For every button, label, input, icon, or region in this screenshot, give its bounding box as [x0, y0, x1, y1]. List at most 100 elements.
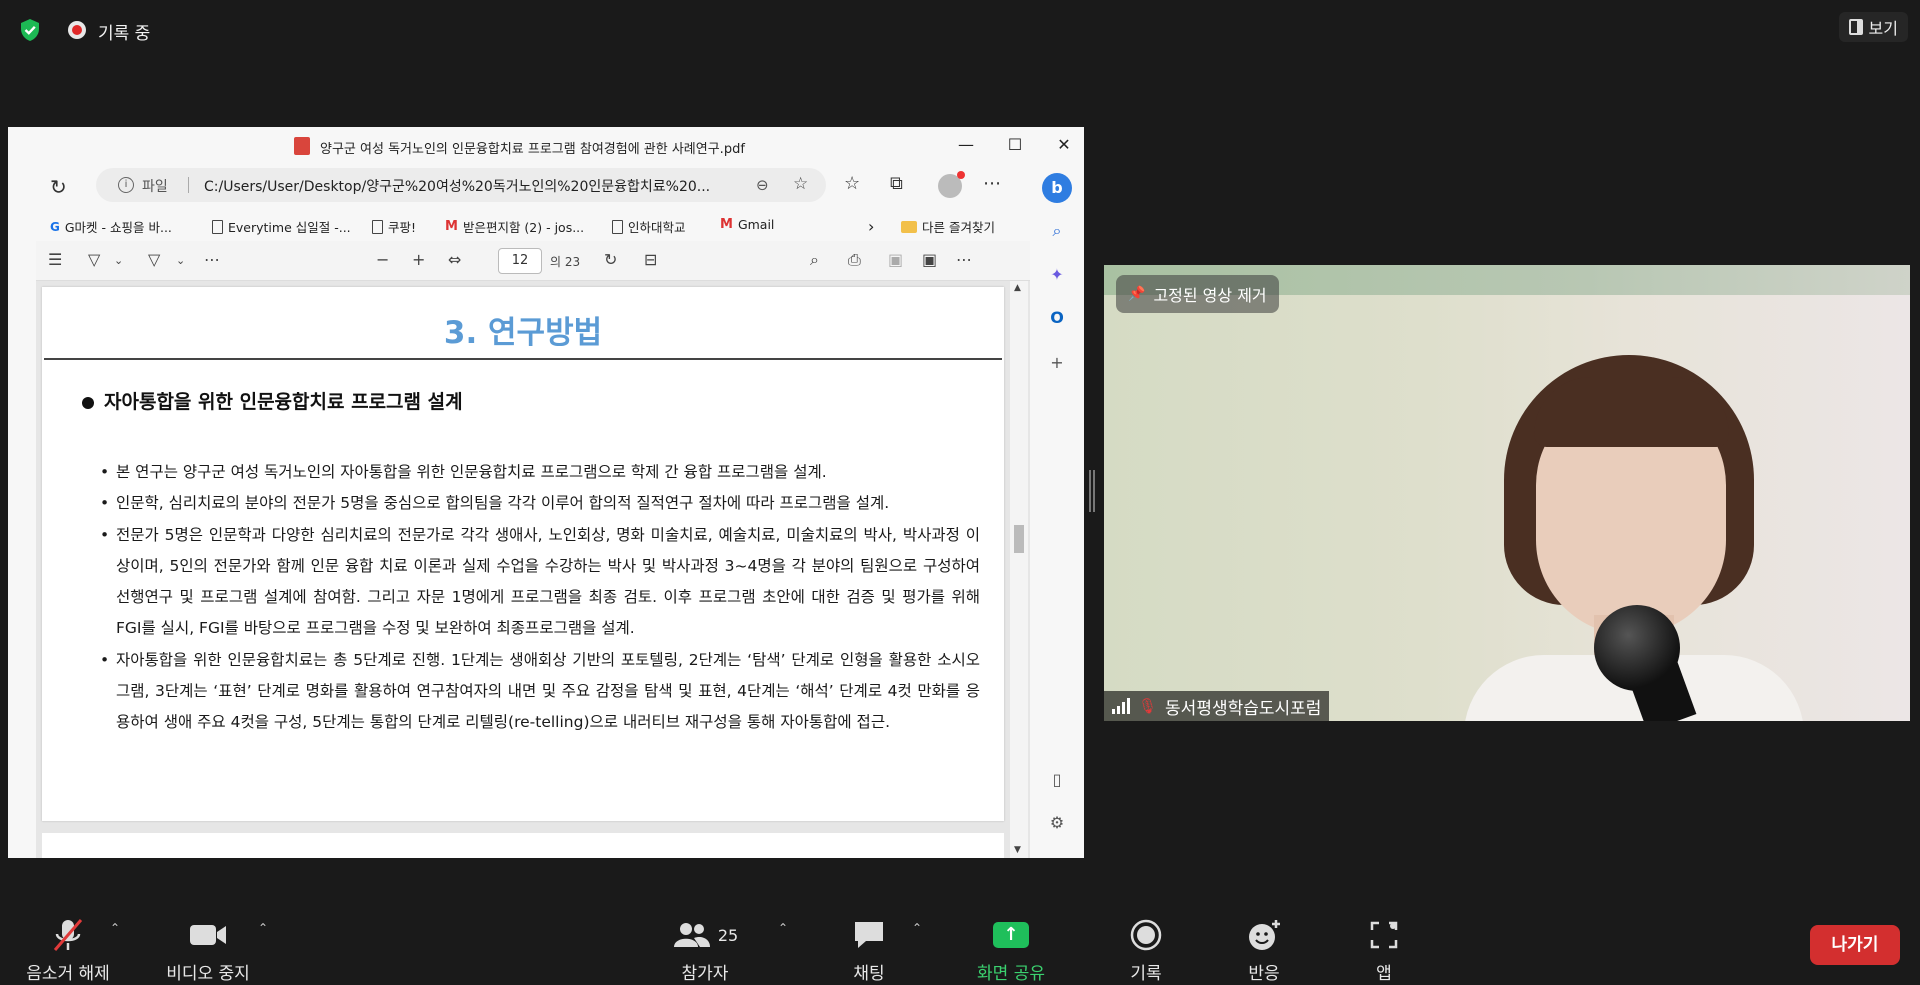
pdf-toolbar: ☰ ▽ ⌄ ▽ ⌄ ⋯ − + ⇔ 12 의 23 ↻ ⊟ ⌕ ⎙ ▣ ▣ ⋯ — [36, 241, 1030, 281]
zoom-in-icon[interactable]: + — [412, 250, 425, 269]
site-info-icon[interactable]: i — [118, 177, 134, 193]
record-button[interactable]: 기록 — [1118, 915, 1174, 984]
more-menu-icon[interactable]: ⋯ — [983, 173, 1001, 194]
meeting-controls: 음소거 해제 ⌃ 비디오 중지 ⌃ 25 참가자 ⌃ 채팅 ⌃ ↑ 화면 공유 … — [0, 905, 1920, 985]
video-camera-icon — [190, 925, 226, 945]
reactions-button[interactable]: 반응 — [1236, 915, 1292, 984]
page-number-input[interactable]: 12 — [498, 248, 542, 274]
chevron-down-icon[interactable]: ⌄ — [114, 254, 123, 267]
pinned-video-tile[interactable]: 📌 고정된 영상 제거 🎙 동서평생학습도시포럼 — [1104, 265, 1910, 721]
favorite-label: Everytime 십일절 -... — [228, 220, 351, 235]
rotate-icon[interactable]: ↻ — [604, 250, 617, 269]
collections-icon[interactable]: ⧉ — [890, 173, 903, 194]
leave-meeting-button[interactable]: 나가기 — [1810, 925, 1900, 965]
sidebar-toggle-icon[interactable]: ▯ — [1045, 768, 1069, 792]
microphone-muted-icon — [53, 919, 83, 951]
page-icon — [612, 219, 623, 234]
search-icon[interactable]: ⌕ — [1045, 219, 1069, 243]
scroll-thumb[interactable] — [1014, 525, 1024, 553]
video-options-chevron-icon[interactable]: ⌃ — [258, 921, 268, 935]
chevron-down-icon[interactable]: ⌄ — [176, 254, 185, 267]
bullet-list: 본 연구는 양구군 여성 독거노인의 자아통합을 위한 인문융합치료 프로그램으… — [100, 457, 980, 739]
favorite-item[interactable]: 인하대학교 — [612, 217, 686, 236]
zoom-out-icon[interactable]: − — [376, 250, 389, 269]
scroll-up-icon[interactable]: ▲ — [1014, 283, 1021, 293]
heading-text: 자아통합을 위한 인문융합치료 프로그램 설계 — [104, 391, 463, 413]
settings-more-icon[interactable]: ⋯ — [956, 250, 972, 269]
copilot-icon[interactable]: b — [1042, 173, 1072, 203]
search-icon[interactable]: ⌕ — [810, 250, 819, 270]
maximize-icon[interactable]: ☐ — [1003, 133, 1027, 157]
profile-avatar[interactable] — [938, 171, 965, 198]
minimize-icon[interactable]: — — [954, 133, 978, 157]
microphone-icon — [1594, 605, 1680, 691]
page-view-icon[interactable]: ⊟ — [644, 250, 657, 269]
apps-button[interactable]: 앱 — [1356, 915, 1412, 984]
save-as-icon[interactable]: ▣ — [922, 250, 937, 269]
chevron-right-icon[interactable]: › — [868, 217, 874, 236]
favorite-item[interactable]: M Gmail — [720, 217, 774, 232]
remove-pin-button[interactable]: 📌 고정된 영상 제거 — [1116, 275, 1279, 313]
gmarket-icon: G — [50, 219, 60, 234]
address-url[interactable]: C:/Users/User/Desktop/양구군%20여성%20독거노인의%2… — [204, 176, 739, 196]
favorite-item[interactable]: M 받은편지함 (2) - jos... — [445, 217, 584, 236]
favorite-item[interactable]: Everytime 십일절 -... — [212, 217, 351, 236]
scroll-down-icon[interactable]: ▼ — [1014, 845, 1021, 855]
address-row: ↻ i 파일 C:/Users/User/Desktop/양구군%20여성%20… — [8, 163, 1084, 209]
favorite-label: Gmail — [737, 217, 775, 232]
outlook-icon[interactable]: O — [1045, 306, 1069, 330]
browser-title-bar: 양구군 여성 독거노인의 인문융합치료 프로그램 참여경험에 관한 사례연구.p… — [8, 127, 1084, 163]
security-shield-icon[interactable] — [18, 18, 42, 42]
participants-options-chevron-icon[interactable]: ⌃ — [778, 921, 788, 935]
address-bar[interactable]: i 파일 C:/Users/User/Desktop/양구군%20여성%20독거… — [96, 168, 826, 202]
contents-icon[interactable]: ☰ — [48, 250, 62, 269]
bullet-item: 본 연구는 양구군 여성 독거노인의 자아통합을 위한 인문융합치료 프로그램으… — [100, 457, 980, 489]
page-total-label: 의 23 — [550, 255, 581, 269]
zoom-out-icon[interactable]: ⊖ — [756, 176, 769, 194]
share-screen-label: 화면 공유 — [977, 964, 1045, 984]
participant-name-tag: 🎙 동서평생학습도시포럼 — [1104, 691, 1330, 721]
view-button[interactable]: 보기 — [1838, 12, 1908, 42]
fit-width-icon[interactable]: ⇔ — [448, 250, 461, 269]
participants-button[interactable]: 25 참가자 — [670, 915, 740, 984]
pdf-page: 3. 연구방법 자아통합을 위한 인문융합치료 프로그램 설계 본 연구는 양구… — [42, 287, 1004, 821]
connection-strength-icon — [1112, 698, 1130, 714]
apps-label: 앱 — [1376, 964, 1392, 984]
draw-icon[interactable]: ▽ — [148, 250, 160, 269]
close-icon[interactable]: ✕ — [1052, 133, 1076, 157]
add-favorite-icon[interactable]: ☆ — [793, 174, 808, 194]
stop-video-button[interactable]: 비디오 중지 — [158, 915, 258, 984]
settings-gear-icon[interactable]: ⚙ — [1045, 811, 1069, 835]
share-screen-button[interactable]: ↑ 화면 공유 — [964, 915, 1058, 984]
favorite-label: G마켓 - 쇼핑을 바... — [64, 220, 172, 235]
highlight-icon[interactable]: ▽ — [88, 250, 100, 269]
pdf-scrollbar[interactable]: ▲ ▼ — [1010, 281, 1028, 858]
refresh-icon[interactable]: ↻ — [50, 175, 67, 199]
favorite-item[interactable]: 쿠팡! — [372, 217, 416, 236]
bullet-item: 전문가 5명은 인문학과 다양한 심리치료의 전문가로 각각 생애사, 노인회상… — [100, 520, 980, 645]
panel-resize-handle[interactable] — [1089, 470, 1095, 512]
recording-indicator-icon — [68, 21, 86, 39]
favorite-item[interactable]: G G마켓 - 쇼핑을 바... — [50, 217, 172, 236]
print-icon[interactable]: ⎙ — [848, 250, 861, 270]
save-icon[interactable]: ▣ — [888, 250, 903, 269]
section-divider — [44, 358, 1002, 360]
record-label: 기록 — [1130, 964, 1162, 984]
page-icon — [212, 219, 223, 234]
bangs-shape — [1534, 377, 1729, 447]
chat-options-chevron-icon[interactable]: ⌃ — [912, 921, 922, 935]
chat-icon — [855, 922, 883, 948]
other-favorites-label: 다른 즐겨찾기 — [922, 220, 995, 235]
stop-video-label: 비디오 중지 — [166, 964, 250, 984]
unmute-button[interactable]: 음소거 해제 — [18, 915, 118, 984]
copilot-tools-icon[interactable]: ✦ — [1045, 263, 1069, 287]
chat-button[interactable]: 채팅 — [836, 915, 902, 984]
pdf-viewport: 3. 연구방법 자아통합을 위한 인문융합치료 프로그램 설계 본 연구는 양구… — [36, 281, 1030, 858]
other-favorites[interactable]: 다른 즐겨찾기 — [901, 217, 995, 236]
browser-window-title: 양구군 여성 독거노인의 인문융합치료 프로그램 참여경험에 관한 사례연구.p… — [320, 142, 745, 157]
more-tools-icon[interactable]: ⋯ — [204, 250, 220, 269]
add-sidebar-icon[interactable]: + — [1045, 351, 1069, 375]
audio-options-chevron-icon[interactable]: ⌃ — [110, 921, 120, 935]
favorites-icon[interactable]: ☆ — [844, 173, 860, 194]
participant-count: 25 — [717, 925, 739, 945]
